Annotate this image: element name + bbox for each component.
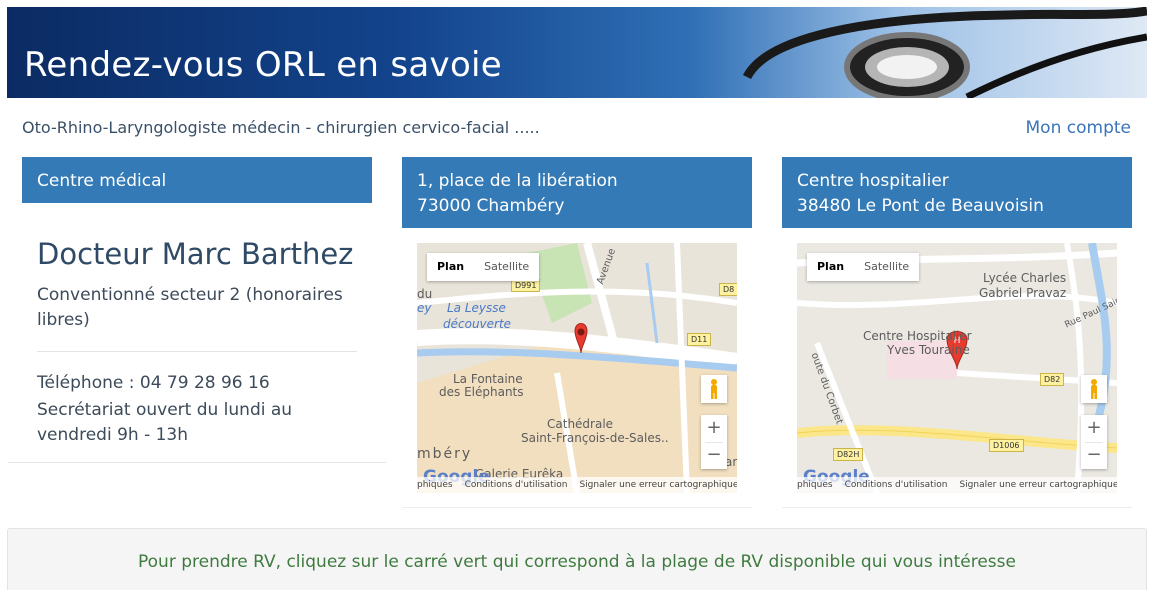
road-d82: D82 xyxy=(1040,373,1065,386)
label-cathedrale-1: Cathédrale xyxy=(547,417,614,431)
road-d82h: D82H xyxy=(833,448,864,461)
address-line1: 1, place de la libération xyxy=(417,171,618,191)
map-data-text: phiques xyxy=(417,480,453,490)
divider xyxy=(1085,442,1103,469)
zoom-in-button[interactable]: + xyxy=(1081,415,1107,442)
address-line2: 73000 Chambéry xyxy=(417,196,565,216)
zoom-in-button[interactable]: + xyxy=(701,415,727,442)
label-fontaine-1: La Fontaine xyxy=(453,372,523,386)
map-footer: phiques Conditions d'utilisation Signale… xyxy=(417,477,737,493)
divider xyxy=(705,442,723,469)
site-banner: Rendez-vous ORL en savoie xyxy=(7,7,1147,98)
stethoscope-image xyxy=(742,7,1147,98)
medical-center-header: Centre médical xyxy=(22,157,372,203)
label-cathedrale-2: Saint-François-de-Sales.. xyxy=(521,431,669,445)
label-decouverte: découverte xyxy=(443,317,512,331)
my-account-link[interactable]: Mon compte xyxy=(1026,118,1131,138)
phone-number: Téléphone : 04 79 28 96 16 xyxy=(37,373,270,393)
banner-title: Rendez-vous ORL en savoie xyxy=(24,45,503,85)
map-type-plan-button[interactable]: Plan xyxy=(807,253,854,281)
map-chambery[interactable]: La Leysse découverte La Fontaine des Elé… xyxy=(417,243,737,493)
map-type-satellite-button[interactable]: Satellite xyxy=(854,253,919,281)
address-chambery-header: 1, place de la libération 73000 Chambéry xyxy=(402,157,752,228)
label-fontaine-2: des Eléphants xyxy=(439,385,524,399)
road-d1006: D1006 xyxy=(989,439,1024,452)
zoom-control: + − xyxy=(701,415,727,469)
label-hospital-2: Yves Touraine xyxy=(887,343,970,357)
hospital-line2: 38480 Le Pont de Beauvoisin xyxy=(797,196,1044,216)
road-d8: D8 xyxy=(719,283,737,296)
label-du: du xyxy=(417,287,433,301)
report-error-link[interactable]: Signaler une erreur cartographique xyxy=(959,480,1117,490)
convention-text: Conventionné secteur 2 (honoraires libre… xyxy=(37,285,343,330)
doctor-card: Docteur Marc Barthez Conventionné secteu… xyxy=(8,203,386,463)
label-chambery: mbéry xyxy=(417,446,473,462)
medical-center-title: Centre médical xyxy=(37,171,167,191)
map-panel-chambery: La Leysse découverte La Fontaine des Elé… xyxy=(402,228,752,508)
label-lycee-1: Lycée Charles xyxy=(983,271,1067,285)
road-d11: D11 xyxy=(687,333,712,346)
divider xyxy=(37,351,357,352)
label-la-leysse: La Leysse xyxy=(447,301,506,315)
map-type-control: Plan Satellite xyxy=(427,253,540,281)
hospital-line1: Centre hospitalier xyxy=(797,171,949,191)
report-error-link[interactable]: Signaler une erreur cartographique xyxy=(579,480,737,490)
secretariat-hours: Secrétariat ouvert du lundi au vendredi … xyxy=(37,400,293,445)
page-subtitle: Oto-Rhino-Laryngologiste médecin - chiru… xyxy=(22,118,540,137)
terms-link[interactable]: Conditions d'utilisation xyxy=(465,480,568,490)
map-footer: phiques Conditions d'utilisation Signale… xyxy=(797,477,1117,493)
map-type-satellite-button[interactable]: Satellite xyxy=(474,253,539,281)
label-lycee-2: Gabriel Pravaz xyxy=(979,286,1067,300)
pegman-icon[interactable] xyxy=(701,375,727,403)
map-data-text: phiques xyxy=(797,480,833,490)
booking-instructions: Pour prendre RV, cliquez sur le carré ve… xyxy=(138,552,1016,572)
label-ey: ey xyxy=(417,301,432,315)
map-type-control: Plan Satellite xyxy=(807,253,920,281)
label-hospital-1: Centre Hospitalier xyxy=(863,329,972,343)
map-hospital[interactable]: H Lycée Charles Gabriel Pravaz Centre Ho… xyxy=(797,243,1117,493)
doctor-name: Docteur Marc Barthez xyxy=(37,237,354,271)
map-type-plan-button[interactable]: Plan xyxy=(427,253,474,281)
booking-info-bar: Pour prendre RV, cliquez sur le carré ve… xyxy=(7,528,1147,590)
terms-link[interactable]: Conditions d'utilisation xyxy=(845,480,948,490)
hospital-center-header: Centre hospitalier 38480 Le Pont de Beau… xyxy=(782,157,1132,228)
pegman-icon[interactable] xyxy=(1081,375,1107,403)
zoom-control: + − xyxy=(1081,415,1107,469)
map-panel-hospital: H Lycée Charles Gabriel Pravaz Centre Ho… xyxy=(782,228,1132,508)
